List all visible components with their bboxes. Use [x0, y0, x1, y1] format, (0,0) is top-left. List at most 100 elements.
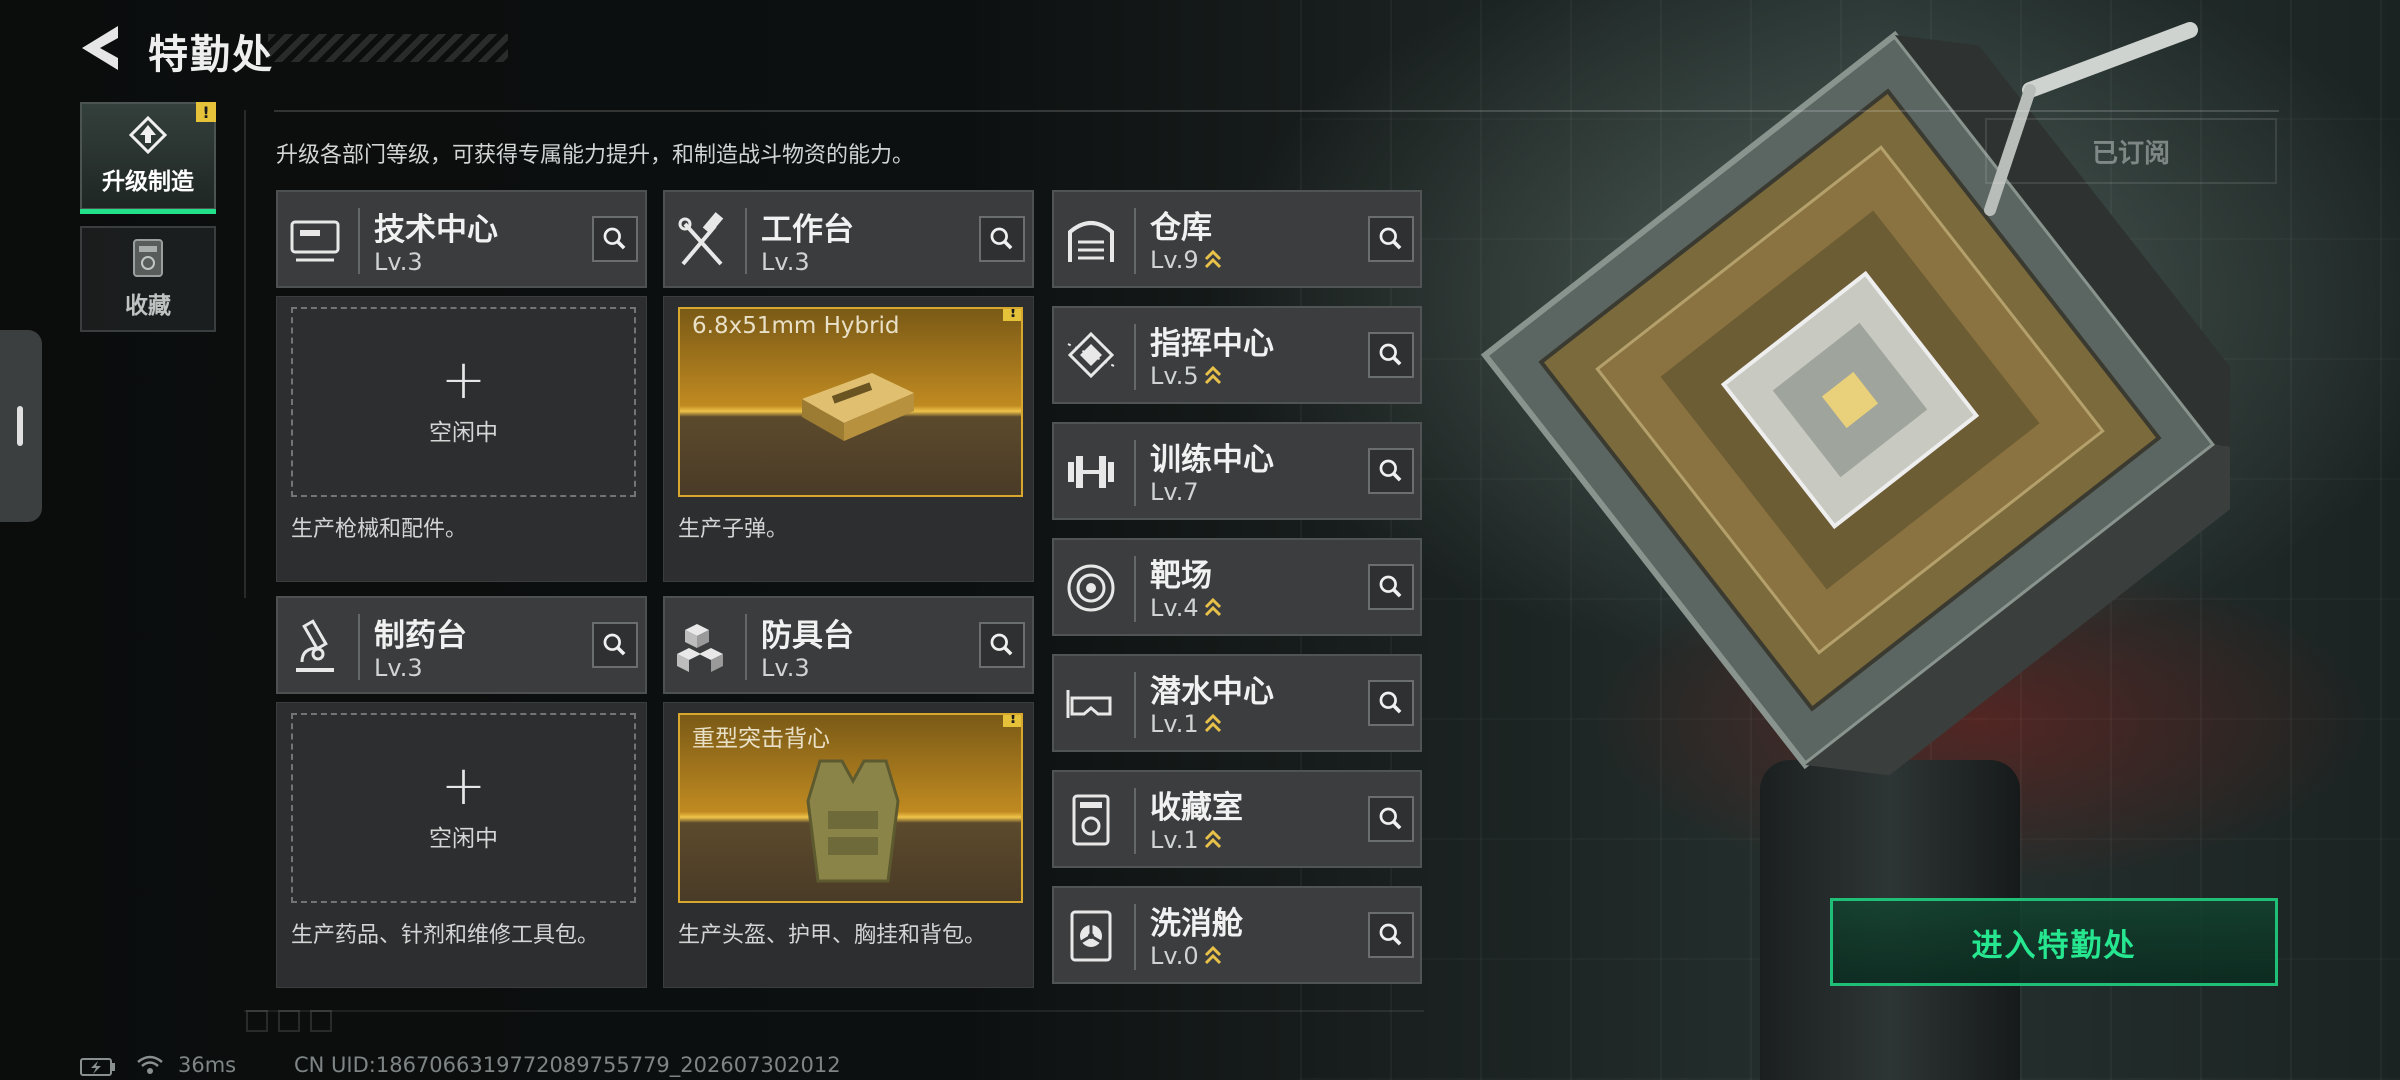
- upgrade-arrow-icon: [1204, 597, 1221, 617]
- facility-name: 仓库: [1150, 210, 1212, 246]
- facility-name: 指挥中心: [1150, 326, 1274, 362]
- upgrade-arrow-icon: [1204, 945, 1221, 965]
- card-description: 生产子弹。: [678, 517, 789, 542]
- decoration: [246, 1010, 268, 1032]
- facility-level-row: Lv.9: [1150, 246, 1223, 274]
- card-level: Lv.3: [374, 654, 423, 682]
- ping-value: 36ms: [178, 1053, 237, 1077]
- facility-level: Lv.1: [1150, 710, 1199, 738]
- facility-level-row: Lv.4: [1150, 594, 1223, 622]
- collection-icon: [133, 239, 163, 277]
- tab-label: 升级制造: [102, 169, 194, 195]
- tab-label: 收藏: [125, 293, 171, 319]
- facility-name: 训练中心: [1150, 442, 1274, 478]
- ammo-box-icon: [802, 373, 914, 441]
- card-description: 生产头盔、护甲、胸挂和背包。: [678, 923, 987, 948]
- plus-icon: +: [440, 348, 487, 411]
- facility-diving-center[interactable]: 潜水中心 Lv.1: [1052, 654, 1422, 752]
- hammer-wrench-icon: [678, 212, 724, 266]
- facility-name: 洗消舱: [1150, 906, 1243, 942]
- card-header: 制药台 Lv.3: [276, 596, 647, 694]
- search-icon[interactable]: [1368, 448, 1414, 494]
- card-level: Lv.3: [761, 654, 810, 682]
- alert-badge: !: [196, 102, 216, 122]
- facility-level: Lv.0: [1150, 942, 1199, 970]
- idle-slot[interactable]: + 空闲中: [291, 307, 636, 497]
- card-header: 防具台 Lv.3: [663, 596, 1034, 694]
- facility-shooting-range[interactable]: 靶场 Lv.4: [1052, 538, 1422, 636]
- production-item-name: 重型突击背心: [692, 726, 830, 752]
- alert-badge: !: [1003, 309, 1021, 321]
- divider: [244, 1010, 1424, 1012]
- upgrade-arrow-icon: [1204, 249, 1221, 269]
- facility-level-row: Lv.5: [1150, 362, 1223, 390]
- uid-text: CN UID:1867066319772089755779_2026073020…: [294, 1053, 841, 1077]
- facility-level-row: Lv.1: [1150, 826, 1223, 854]
- facility-decontamination[interactable]: 洗消舱 Lv.0: [1052, 886, 1422, 984]
- computer-icon: [290, 220, 340, 262]
- target-icon: [1067, 564, 1115, 612]
- upgrade-icon: [128, 116, 168, 154]
- facility-warehouse[interactable]: 仓库 Lv.9: [1052, 190, 1422, 288]
- facility-level: Lv.1: [1150, 826, 1199, 854]
- divider: [274, 110, 2279, 112]
- side-drawer-handle[interactable]: [0, 330, 42, 522]
- search-icon[interactable]: [1368, 796, 1414, 842]
- tab-upgrade-manufacture[interactable]: 升级制造 !: [80, 102, 216, 214]
- facility-collection-room[interactable]: 收藏室 Lv.1: [1052, 770, 1422, 868]
- wifi-icon: [137, 1055, 163, 1074]
- battery-icon: [80, 1058, 115, 1076]
- card-title: 技术中心: [374, 212, 498, 248]
- radiation-icon: [1070, 910, 1112, 962]
- production-slot[interactable]: 6.8x51mm Hybrid !: [678, 307, 1023, 497]
- chip-icon: [1067, 331, 1115, 379]
- diving-mask-icon: [1066, 690, 1112, 718]
- plus-icon: +: [440, 754, 487, 817]
- search-icon[interactable]: [979, 216, 1025, 262]
- card-level: Lv.3: [374, 248, 423, 276]
- card-body: 6.8x51mm Hybrid ! 生产子弹。: [663, 296, 1034, 582]
- subscribed-status: 已订阅: [1985, 118, 2277, 184]
- upgrade-arrow-icon: [1204, 829, 1221, 849]
- card-title: 制药台: [374, 618, 467, 654]
- tab-collection[interactable]: 收藏: [80, 226, 216, 332]
- upgrade-arrow-icon: [1204, 713, 1221, 733]
- search-icon[interactable]: [1368, 564, 1414, 610]
- facility-name: 潜水中心: [1150, 674, 1274, 710]
- card-title: 防具台: [761, 618, 854, 654]
- facility-level-row: Lv.0: [1150, 942, 1223, 970]
- title-decoration: [268, 34, 508, 62]
- divider: [244, 110, 246, 598]
- decoration: [310, 1010, 332, 1032]
- search-icon[interactable]: [1368, 216, 1414, 262]
- back-arrow-icon[interactable]: [78, 24, 124, 72]
- card-body: 重型突击背心 ! 生产头盔、护甲、胸挂和背包。: [663, 702, 1034, 988]
- card-description: 生产枪械和配件。: [291, 517, 468, 542]
- card-header: 技术中心 Lv.3: [276, 190, 647, 288]
- intro-description: 升级各部门等级，可获得专属能力提升，和制造战斗物资的能力。: [276, 143, 915, 168]
- warehouse-icon: [1068, 221, 1114, 262]
- search-icon[interactable]: [1368, 332, 1414, 378]
- dumbbell-icon: [1068, 456, 1114, 488]
- vest-icon: [806, 759, 900, 883]
- idle-label: 空闲中: [429, 826, 498, 852]
- search-icon[interactable]: [979, 622, 1025, 668]
- facility-level: Lv.5: [1150, 362, 1199, 390]
- facility-training-center[interactable]: 训练中心 Lv.7: [1052, 422, 1422, 520]
- status-bar: 36ms CN UID:1867066319772089755779_20260…: [0, 1040, 1000, 1080]
- enter-button[interactable]: 进入特勤处: [1830, 898, 2278, 986]
- production-slot[interactable]: 重型突击背心 !: [678, 713, 1023, 903]
- search-icon[interactable]: [1368, 680, 1414, 726]
- search-icon[interactable]: [1368, 912, 1414, 958]
- microscope-icon: [296, 619, 334, 672]
- armor-blocks-icon: [677, 624, 723, 672]
- idle-label: 空闲中: [429, 420, 498, 446]
- facility-command-center[interactable]: 指挥中心 Lv.5: [1052, 306, 1422, 404]
- upgrade-arrow-icon: [1204, 365, 1221, 385]
- decoration: [278, 1010, 300, 1032]
- search-icon[interactable]: [592, 622, 638, 668]
- search-icon[interactable]: [592, 216, 638, 262]
- collection-icon: [1072, 794, 1110, 846]
- card-body: + 空闲中 生产药品、针剂和维修工具包。: [276, 702, 647, 988]
- idle-slot[interactable]: + 空闲中: [291, 713, 636, 903]
